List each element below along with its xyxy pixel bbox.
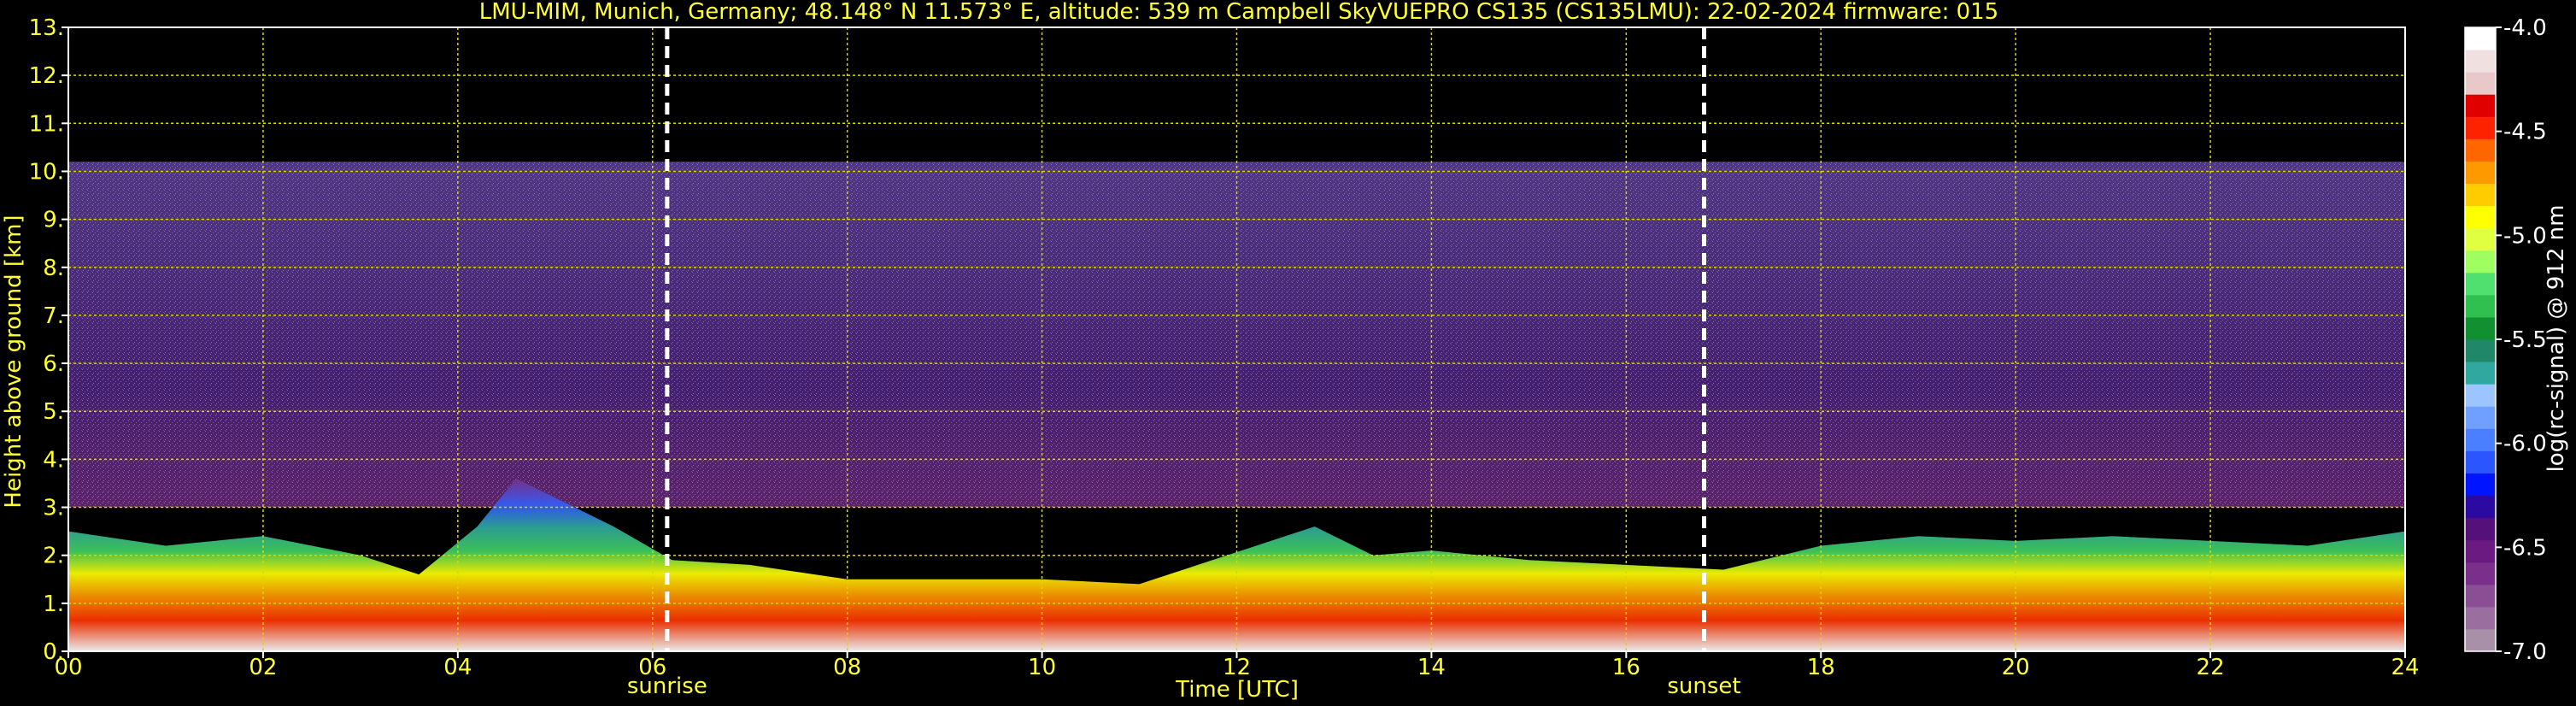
marker-label: sunset bbox=[1667, 674, 1740, 699]
y-axis-label: Height above ground [km] bbox=[1, 215, 26, 508]
colorbar-segment bbox=[2465, 539, 2496, 563]
y-tick-label: 11. bbox=[29, 111, 64, 137]
y-tick-label: 3. bbox=[43, 496, 64, 521]
ceilometer-chart: sunrise sunset 00 02 04 06 08 10 12 14 16 18 20 22 24… bbox=[1, 0, 2569, 703]
y-tick-label: 1. bbox=[43, 591, 64, 617]
y-tick-label: 10. bbox=[29, 159, 64, 185]
x-tick-label: 06 bbox=[638, 655, 666, 680]
colorbar-segment bbox=[2465, 227, 2496, 251]
y-tick-label: 0. bbox=[43, 639, 64, 665]
colorbar-segment bbox=[2465, 250, 2496, 274]
colorbar-tick-label: -6.0 bbox=[2503, 432, 2547, 457]
y-tick-label: 9. bbox=[43, 208, 64, 233]
colorbar-tick-label: -7.0 bbox=[2503, 639, 2547, 665]
x-tick-label: 20 bbox=[2002, 655, 2030, 680]
chart-title: LMU-MIM, Munich, Germany; 48.148° N 11.5… bbox=[479, 0, 1998, 25]
colorbar-segment bbox=[2465, 205, 2496, 229]
y-tick-label: 7. bbox=[43, 303, 64, 329]
y-tick-label: 8. bbox=[43, 256, 64, 281]
colorbar-segment bbox=[2465, 606, 2496, 630]
colorbar-segment bbox=[2465, 316, 2496, 340]
colorbar-segment bbox=[2465, 94, 2496, 117]
y-tick-label: 5. bbox=[43, 399, 64, 425]
colorbar-segment bbox=[2465, 138, 2496, 162]
x-tick-label: 04 bbox=[443, 655, 472, 680]
colorbar-segment bbox=[2465, 161, 2496, 184]
colorbar-segment bbox=[2465, 562, 2496, 585]
x-tick-label: 22 bbox=[2197, 655, 2225, 680]
colorbar-segment bbox=[2465, 116, 2496, 139]
colorbar-segment bbox=[2465, 517, 2496, 541]
x-tick-label: 18 bbox=[1807, 655, 1835, 680]
colorbar-segment bbox=[2465, 584, 2496, 608]
y-tick-label: 13. bbox=[29, 15, 64, 41]
colorbar-segment bbox=[2465, 384, 2496, 407]
colorbar-segment bbox=[2465, 183, 2496, 207]
x-tick-label: 02 bbox=[249, 655, 277, 680]
y-tick-label: 6. bbox=[43, 351, 64, 377]
colorbar-tick-label: -4.0 bbox=[2503, 15, 2547, 41]
colorbar-segment bbox=[2465, 272, 2496, 296]
colorbar-segment bbox=[2465, 362, 2496, 385]
colorbar-segment bbox=[2465, 473, 2496, 496]
colorbar-tick-label: -5.5 bbox=[2503, 327, 2547, 353]
colorbar: -4.0 -4.5 -5.0 -5.5 -6.0 -6.5 -7.0 bbox=[2464, 15, 2547, 665]
y-tick-label: 2. bbox=[43, 544, 64, 569]
colorbar-segment bbox=[2465, 50, 2496, 73]
colorbar-segment bbox=[2465, 428, 2496, 451]
y-tick-label: 12. bbox=[29, 63, 64, 89]
colorbar-segment bbox=[2465, 27, 2496, 50]
x-tick-label: 08 bbox=[833, 655, 861, 680]
colorbar-segment bbox=[2465, 495, 2496, 519]
colorbar-segment bbox=[2465, 294, 2496, 318]
colorbar-label: log(rc-signal) @ 912 nm bbox=[2544, 205, 2569, 473]
x-tick-label: 14 bbox=[1417, 655, 1446, 680]
colorbar-segment bbox=[2465, 406, 2496, 429]
colorbar-tick-label: -5.0 bbox=[2503, 223, 2547, 249]
colorbar-segment bbox=[2465, 450, 2496, 474]
colorbar-tick-label: -4.5 bbox=[2503, 120, 2547, 145]
colorbar-segment bbox=[2465, 72, 2496, 95]
x-tick-label: 24 bbox=[2391, 655, 2419, 680]
colorbar-segment bbox=[2465, 339, 2496, 362]
x-tick-label: 10 bbox=[1028, 655, 1056, 680]
colorbar-segment bbox=[2465, 628, 2496, 652]
colorbar-tick-label: -6.5 bbox=[2503, 535, 2547, 561]
x-axis-label: Time [UTC] bbox=[1175, 677, 1299, 703]
x-tick-label: 16 bbox=[1612, 655, 1640, 680]
y-tick-label: 4. bbox=[43, 447, 64, 473]
